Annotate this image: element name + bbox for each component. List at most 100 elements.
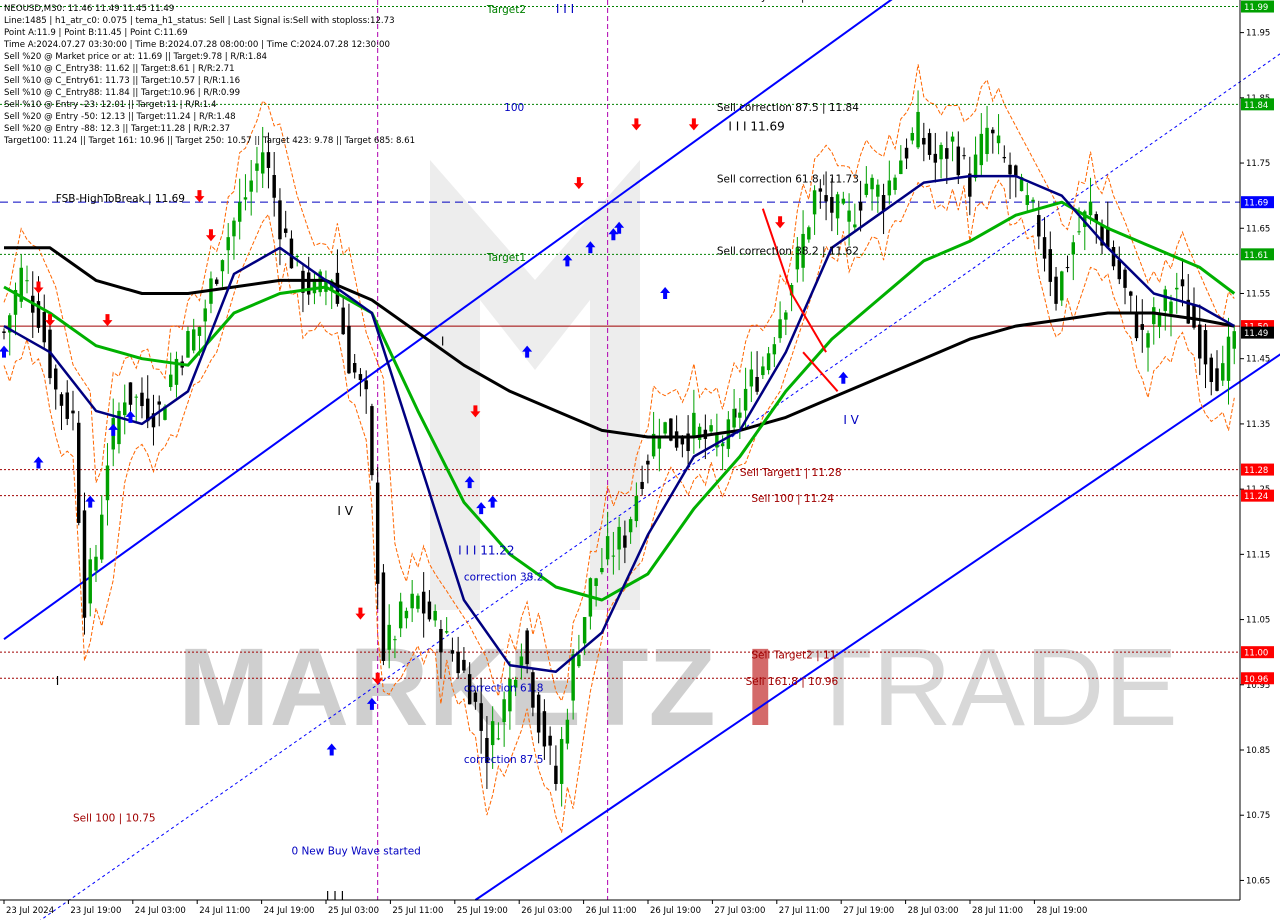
candle-body	[761, 366, 765, 376]
candle-body	[502, 699, 506, 723]
price-label: 11.28	[1244, 466, 1268, 476]
annotation-label: I V	[337, 504, 353, 518]
candle-body	[1117, 259, 1121, 280]
candle-body	[226, 237, 230, 251]
candle-body	[496, 738, 501, 740]
candle-body	[910, 132, 915, 141]
candle-body	[743, 388, 748, 411]
annotation-label: Sell correction 38.2 | 11.62	[717, 245, 859, 257]
candle-body	[186, 331, 190, 358]
candle-body	[611, 555, 616, 557]
candle-body	[933, 153, 938, 163]
candle-body	[272, 175, 276, 198]
candle-body	[542, 711, 547, 747]
candle-body	[352, 363, 357, 373]
annotation-label: Sell 161.8 | 10.96	[746, 676, 839, 688]
y-tick-label: 11.75	[1246, 159, 1270, 169]
candle-body	[853, 224, 857, 228]
candle-body	[25, 280, 29, 282]
annotation-label: I I I 11.69	[728, 119, 784, 133]
y-tick-label: 11.95	[1246, 29, 1270, 39]
candle-body	[168, 374, 173, 388]
x-tick-label: 27 Jul 03:00	[714, 906, 765, 916]
candle-body	[123, 402, 127, 416]
annotation-label: I V	[843, 413, 859, 427]
price-label: 11.49	[1244, 329, 1268, 339]
candle-body	[203, 308, 207, 322]
candle-body	[416, 595, 420, 609]
candle-body	[1042, 237, 1047, 259]
candle-body	[1169, 301, 1173, 314]
candle-body	[738, 412, 742, 418]
candle-body	[479, 703, 483, 731]
candle-body	[387, 624, 391, 650]
candle-body	[1232, 331, 1236, 349]
candle-body	[646, 460, 650, 465]
candle-body	[462, 659, 466, 671]
x-tick-label: 26 Jul 03:00	[521, 906, 572, 916]
candle-body	[559, 738, 564, 784]
x-tick-label: 24 Jul 03:00	[135, 906, 186, 916]
candle-body	[232, 220, 236, 237]
candle-body	[1203, 330, 1208, 365]
candle-body	[278, 200, 282, 240]
candle-body	[255, 163, 259, 171]
candle-body	[456, 651, 460, 674]
candle-body	[134, 396, 138, 398]
candle-body	[1192, 304, 1196, 328]
candle-body	[1221, 363, 1225, 381]
candle-body	[295, 255, 299, 257]
annotation-label: I I I	[326, 889, 344, 903]
annotation-label: Target2	[486, 4, 526, 16]
info-line: Sell %10 @ C_Entry38: 11.62 || Target:8.…	[4, 64, 235, 74]
candle-body	[772, 344, 777, 355]
annotation-label: Target1	[486, 252, 526, 264]
candle-body	[1111, 247, 1116, 267]
candle-body	[77, 422, 81, 523]
watermark-right-text: TRADE	[805, 626, 1178, 749]
annotation-label: I	[441, 335, 445, 349]
candle-body	[1198, 324, 1202, 359]
price-label: 11.84	[1244, 101, 1268, 111]
info-line: NEOUSD,M30: 11.46 11.49 11.45 11.49	[4, 4, 175, 14]
candle-body	[582, 617, 587, 644]
candle-body	[220, 260, 225, 272]
candle-body	[1175, 287, 1179, 290]
candle-body	[628, 519, 633, 533]
candle-body	[870, 177, 874, 190]
candle-body	[1146, 333, 1150, 348]
candle-body	[398, 601, 403, 629]
candle-body	[450, 650, 455, 654]
price-label: 11.24	[1244, 492, 1268, 502]
candle-body	[1157, 314, 1162, 328]
watermark-left-text: MARKETZ	[178, 626, 716, 749]
annotation-label: Sell Target1 | 11.28	[740, 467, 842, 479]
candle-body	[979, 133, 984, 166]
candle-body	[1071, 242, 1076, 255]
candle-body	[1025, 195, 1030, 205]
candle-body	[962, 155, 966, 157]
candle-body	[830, 197, 834, 213]
candle-body	[692, 412, 696, 437]
annotation-label: Sell correction 61.8 | 11.73	[717, 174, 859, 186]
candle-body	[899, 160, 903, 175]
candle-body	[42, 312, 46, 343]
candle-body	[841, 198, 846, 204]
info-panel: NEOUSD,M30: 11.46 11.49 11.45 11.49 Line:…	[4, 3, 415, 147]
candle-body	[571, 654, 575, 701]
y-tick-label: 11.35	[1246, 420, 1270, 430]
info-line: Sell %20 @ Market price or at: 11.69 || …	[4, 52, 268, 62]
candle-body	[657, 438, 662, 449]
candle-body	[991, 129, 995, 134]
annotation-label: correction 61.8	[464, 682, 543, 694]
info-line: Sell %20 @ Entry -88: 12.3 || Target:11.…	[4, 124, 231, 134]
candle-body	[927, 133, 932, 155]
candle-body	[2, 331, 6, 333]
candle-body	[1014, 165, 1018, 176]
x-tick-label: 23 Jul 19:00	[70, 906, 121, 916]
info-line: Time A:2024.07.27 03:30:00 | Time B:2024…	[4, 40, 390, 50]
annotation-label: FSB-HighToBreak | 11.69	[56, 193, 185, 205]
y-tick-label: 10.75	[1246, 811, 1270, 821]
candle-body	[444, 631, 449, 633]
candle-body	[88, 559, 92, 604]
